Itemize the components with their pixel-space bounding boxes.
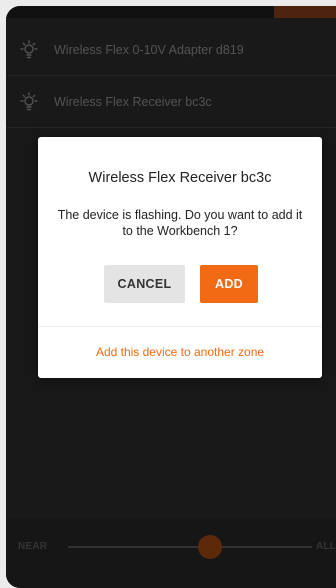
add-button[interactable]: ADD [200, 265, 258, 303]
dialog-divider [38, 326, 322, 327]
dialog-title: Wireless Flex Receiver bc3c [88, 170, 272, 186]
add-to-another-zone-link[interactable]: Add this device to another zone [38, 345, 322, 359]
cancel-button[interactable]: CANCEL [104, 265, 185, 303]
add-device-dialog: Wireless Flex Receiver bc3c The device i… [38, 137, 322, 378]
dialog-message: The device is flashing. Do you want to a… [57, 208, 303, 238]
